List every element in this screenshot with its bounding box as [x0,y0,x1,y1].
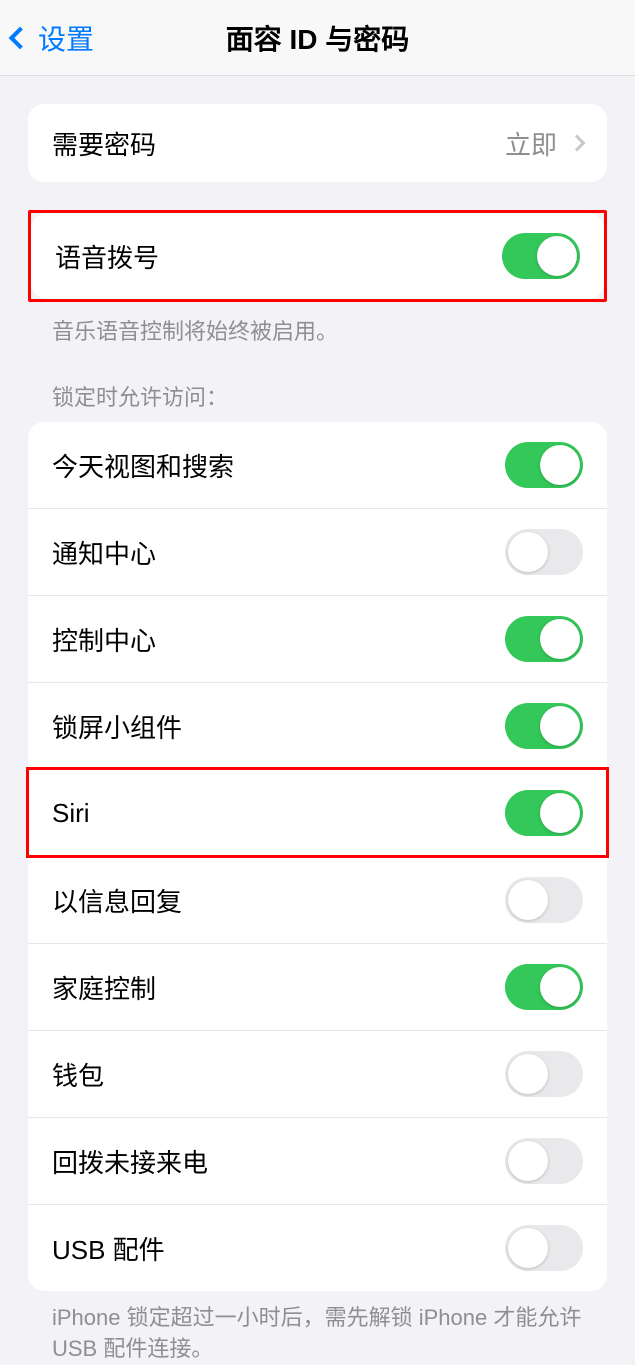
voice-dial-group: 语音拨号 [31,213,604,299]
locked-access-row: 钱包 [28,1030,607,1117]
locked-access-header: 锁定时允许访问： [28,346,607,422]
locked-access-toggle[interactable] [505,1225,583,1271]
locked-access-row: USB 配件 [28,1204,607,1291]
locked-access-footer: iPhone 锁定超过一小时后，需先解锁 iPhone 才能允许 USB 配件连… [28,1291,607,1365]
nav-header: 设置 面容 ID 与密码 [0,0,635,76]
locked-access-toggle[interactable] [505,964,583,1010]
locked-access-toggle[interactable] [505,790,583,836]
locked-access-toggle[interactable] [505,616,583,662]
locked-access-label: 今天视图和搜索 [52,447,234,484]
highlight-voice-dial: 语音拨号 [28,210,607,302]
locked-access-row: 回拨未接来电 [28,1117,607,1204]
chevron-right-icon [569,135,586,152]
locked-access-label: 锁屏小组件 [52,708,182,745]
voice-dial-footer: 音乐语音控制将始终被启用。 [28,302,607,346]
locked-access-label: 通知中心 [52,534,156,571]
voice-dial-toggle[interactable] [502,233,580,279]
back-button[interactable]: 设置 [0,18,94,58]
locked-access-toggle[interactable] [505,1051,583,1097]
locked-access-toggle[interactable] [505,442,583,488]
require-passcode-row[interactable]: 需要密码 立即 [28,104,607,182]
locked-access-toggle[interactable] [505,703,583,749]
locked-access-group: 今天视图和搜索通知中心控制中心锁屏小组件 Siri 以信息回复家庭控制钱包回拨未接来… [28,422,607,1291]
locked-access-label: 回拨未接来电 [52,1143,208,1180]
locked-access-toggle[interactable] [505,529,583,575]
locked-access-label: USB 配件 [52,1230,165,1267]
page-title: 面容 ID 与密码 [226,18,410,58]
locked-access-label: 以信息回复 [52,882,182,919]
locked-access-row: 今天视图和搜索 [28,422,607,508]
locked-access-label: 钱包 [52,1056,104,1093]
require-passcode-label: 需要密码 [52,125,156,162]
locked-access-row: 以信息回复 [28,856,607,943]
locked-access-label: 控制中心 [52,621,156,658]
locked-access-row: 家庭控制 [28,943,607,1030]
locked-access-toggle[interactable] [505,877,583,923]
voice-dial-row: 语音拨号 [31,213,604,299]
locked-access-row: 控制中心 [28,595,607,682]
locked-access-row: 通知中心 [28,508,607,595]
back-label: 设置 [38,18,94,58]
locked-access-row: Siri [28,769,607,856]
chevron-left-icon [9,26,32,49]
locked-access-label: 家庭控制 [52,969,156,1006]
voice-dial-label: 语音拨号 [55,238,159,275]
require-passcode-value: 立即 [505,125,583,162]
locked-access-label: Siri [52,798,90,829]
locked-access-toggle[interactable] [505,1138,583,1184]
passcode-group: 需要密码 立即 [28,104,607,182]
locked-access-row: 锁屏小组件 [28,682,607,769]
